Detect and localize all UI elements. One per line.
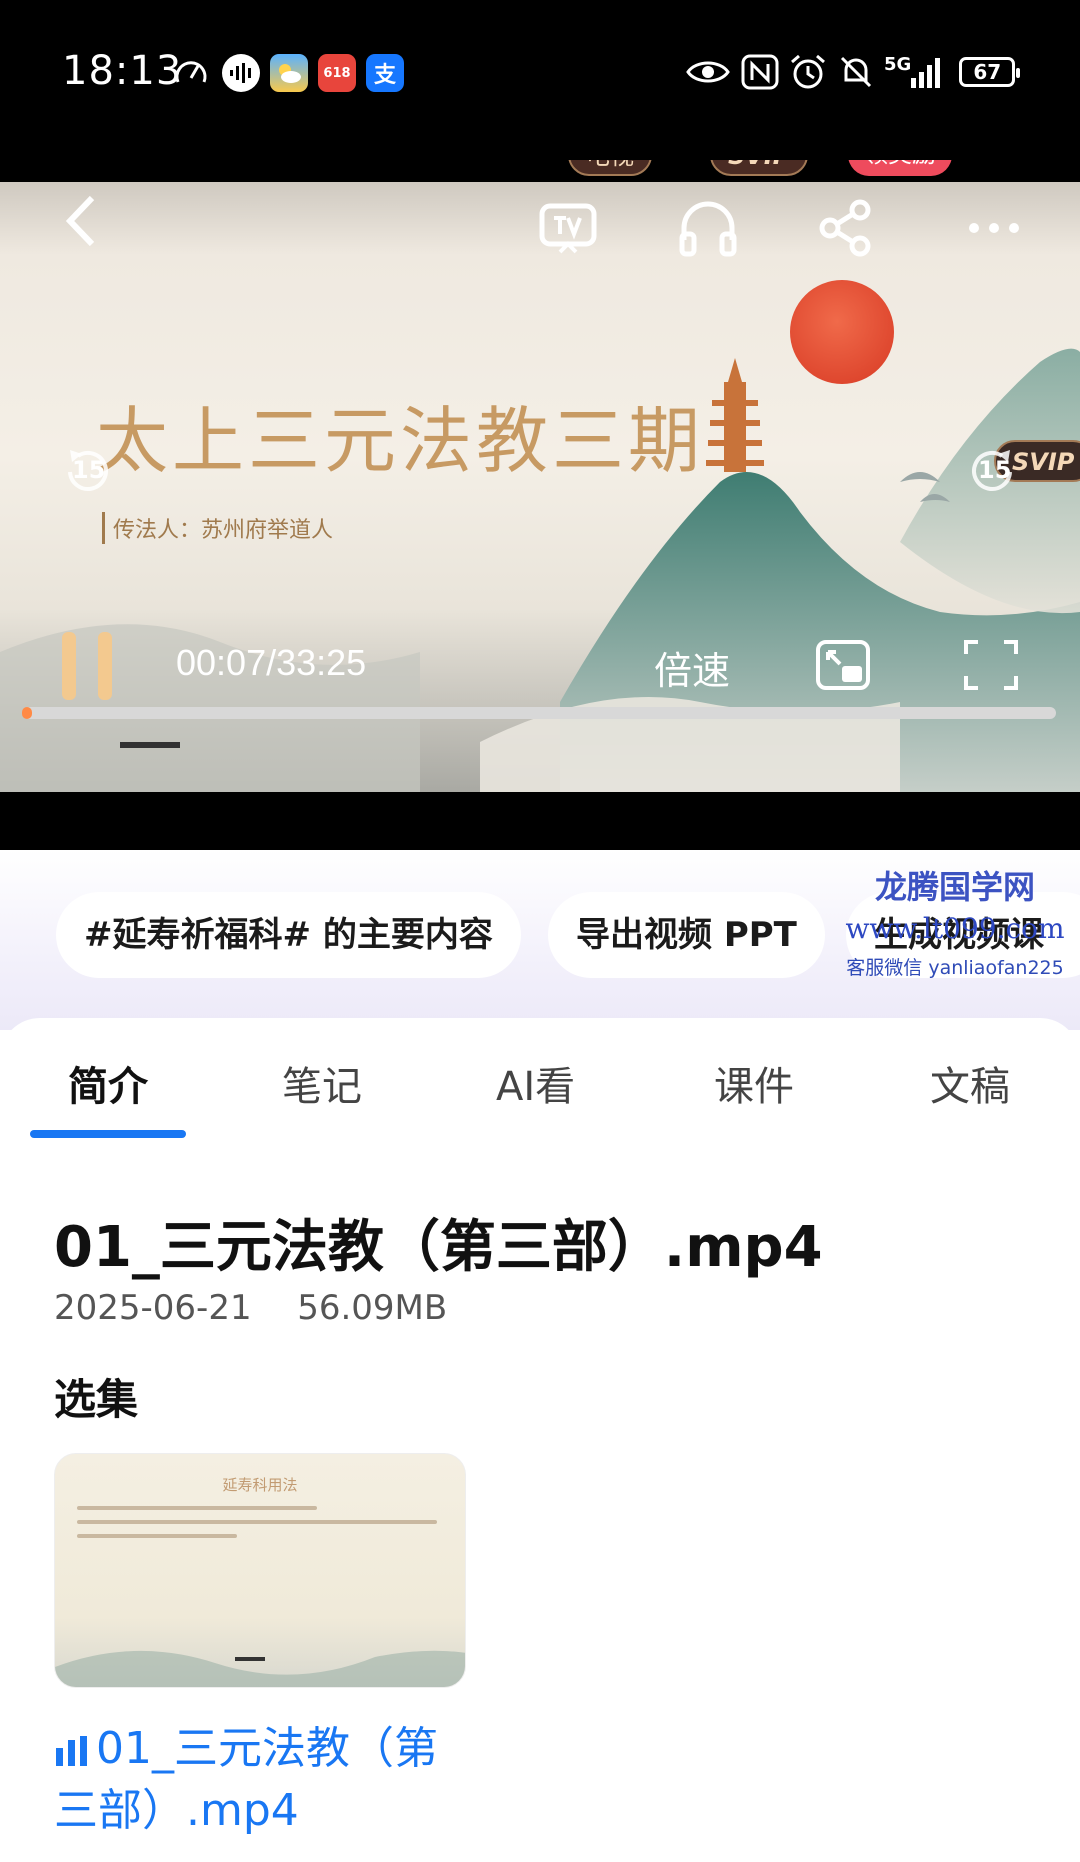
weather-app-icon <box>270 54 308 92</box>
player-bottom-controls: 00:07/33:25 倍速 <box>0 612 1080 722</box>
generate-video-lesson-chip[interactable]: 生成视频课 <box>846 892 1080 978</box>
rewind-seconds: 15 <box>72 456 106 484</box>
headphones-icon[interactable] <box>676 196 740 260</box>
thumbnail-landscape-artwork <box>55 1650 465 1687</box>
speedometer-icon <box>175 61 207 83</box>
battery-icon: 67 <box>959 57 1021 87</box>
file-size: 56.09MB <box>297 1288 448 1328</box>
tv-badge: 电视 <box>568 160 652 176</box>
tab-courseware[interactable]: 课件 <box>714 1054 794 1112</box>
progress-bar[interactable] <box>22 707 1056 719</box>
network-type: 5G <box>884 53 912 75</box>
more-icon[interactable] <box>962 196 1026 260</box>
alarm-icon <box>791 54 825 89</box>
episode-thumbnail[interactable]: 延寿科用法 <box>54 1453 466 1688</box>
content-sheet: 简介 笔记 AI看 课件 文稿 01_三元法教（第三部）.mp4 2025-06… <box>0 1018 1080 1862</box>
eye-icon <box>686 61 730 83</box>
tv-cast-icon[interactable] <box>536 196 600 260</box>
share-icon[interactable] <box>814 196 878 260</box>
file-meta: 2025-06-21 56.09MB <box>54 1288 447 1328</box>
file-title: 01_三元法教（第三部）.mp4 <box>54 1215 823 1280</box>
forward-seconds: 15 <box>978 456 1012 484</box>
soundwave-app-icon <box>222 54 260 92</box>
pause-icon <box>62 632 76 700</box>
video-player[interactable]: 太上三元法教三期 传法人：苏州府举道人 SVIP 15 15 00:07/33:… <box>0 160 1080 850</box>
thumbnail-slide-title: 延寿科用法 <box>222 1476 298 1494</box>
pause-button[interactable] <box>56 612 126 722</box>
tab-transcript[interactable]: 文稿 <box>930 1054 1010 1112</box>
shopping-618-app-icon: 618 <box>318 54 356 92</box>
export-ppt-chip[interactable]: 导出视频 PPT <box>548 892 825 978</box>
now-playing-icon <box>56 1736 87 1766</box>
ai-actions-bar: #延寿祈福科# 的主要内容 导出视频 PPT 生成视频课 龙腾国学网 www.l… <box>0 850 1080 1030</box>
active-tab-indicator <box>30 1130 186 1138</box>
status-bar: 18:13 618 支 5G 67 <box>0 0 1080 160</box>
status-time: 18:13 <box>62 48 183 94</box>
video-frame[interactable]: 太上三元法教三期 传法人：苏州府举道人 SVIP 15 15 00:07/33:… <box>0 182 1080 792</box>
episode-title-text: 01_三元法教（第三部）.mp4 <box>54 1723 438 1836</box>
battery-level: 67 <box>973 60 1002 84</box>
main-content-chip[interactable]: #延寿祈福科# 的主要内容 <box>56 892 521 978</box>
reward-badge[interactable]: 领奖励 <box>848 160 952 176</box>
status-right-icons: 5G 67 <box>686 52 1021 92</box>
bell-mute-icon <box>840 56 872 88</box>
fullscreen-icon[interactable] <box>962 636 1020 694</box>
back-icon[interactable] <box>56 186 106 256</box>
episode-title[interactable]: 01_三元法教（第三部）.mp4 <box>54 1718 474 1842</box>
player-top-controls: 电视 SVIP 领奖励 <box>0 160 1080 270</box>
tab-notes[interactable]: 笔记 <box>282 1054 362 1112</box>
picture-in-picture-icon[interactable] <box>814 636 872 694</box>
alipay-app-icon: 支 <box>366 54 404 92</box>
file-date: 2025-06-21 <box>54 1288 252 1328</box>
speed-button[interactable]: 倍速 <box>654 640 730 695</box>
signal-icon <box>911 58 941 88</box>
tab-ai-view[interactable]: AI看 <box>496 1054 575 1112</box>
episodes-section-title: 选集 <box>54 1375 139 1424</box>
tab-intro[interactable]: 简介 <box>68 1054 148 1112</box>
progress-fill <box>22 707 32 719</box>
audio-svip-badge: SVIP <box>710 160 809 176</box>
nfc-icon <box>741 54 779 90</box>
playback-time: 00:07/33:25 <box>176 642 367 683</box>
